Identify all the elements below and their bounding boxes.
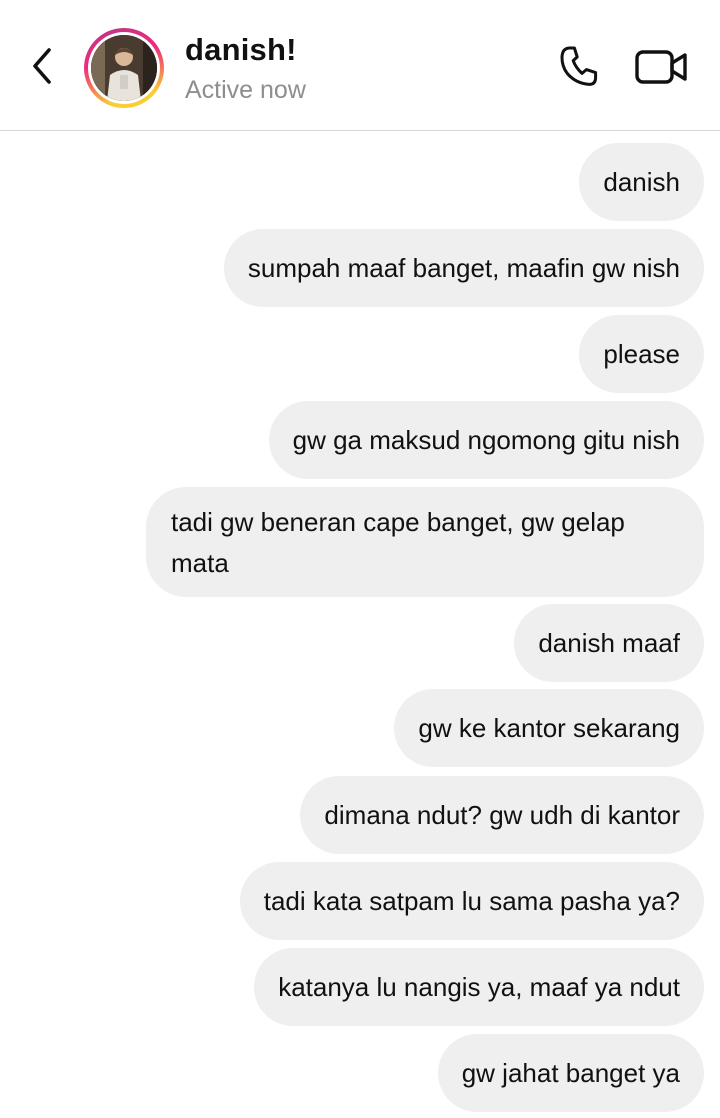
phone-icon (556, 43, 604, 96)
message-bubble[interactable]: katanya lu nangis ya, maaf ya ndut (254, 948, 704, 1026)
message-bubble[interactable]: gw ga maksud ngomong gitu nish (268, 401, 704, 479)
message-bubble[interactable]: tadi kata satpam lu sama pasha ya? (239, 862, 704, 940)
message-bubble[interactable]: gw jahat banget ya (437, 1034, 704, 1112)
message-bubble[interactable]: please (579, 315, 704, 393)
voice-call-button[interactable] (555, 44, 605, 94)
message-bubble[interactable]: dimana ndut? gw udh di kantor (300, 776, 704, 854)
video-call-button[interactable] (632, 44, 692, 94)
chevron-left-icon (27, 44, 57, 93)
profile-photo (91, 35, 157, 101)
message-bubble[interactable]: tadi gw beneran cape banget, gw gelap ma… (146, 487, 704, 597)
contact-name[interactable]: danish! (185, 32, 297, 68)
chat-header: danish! Active now (0, 0, 720, 131)
message-bubble[interactable]: danish maaf (514, 604, 704, 682)
active-status: Active now (185, 76, 306, 104)
message-bubble[interactable]: danish (579, 143, 704, 221)
message-thread[interactable]: danish sumpah maaf banget, maafin gw nis… (0, 131, 720, 1118)
back-button[interactable] (22, 44, 62, 92)
avatar-ring-gap (88, 32, 160, 104)
message-bubble[interactable]: gw ke kantor sekarang (394, 689, 704, 767)
avatar[interactable] (84, 28, 164, 108)
video-camera-icon (634, 47, 690, 92)
message-bubble[interactable]: sumpah maaf banget, maafin gw nish (223, 229, 704, 307)
